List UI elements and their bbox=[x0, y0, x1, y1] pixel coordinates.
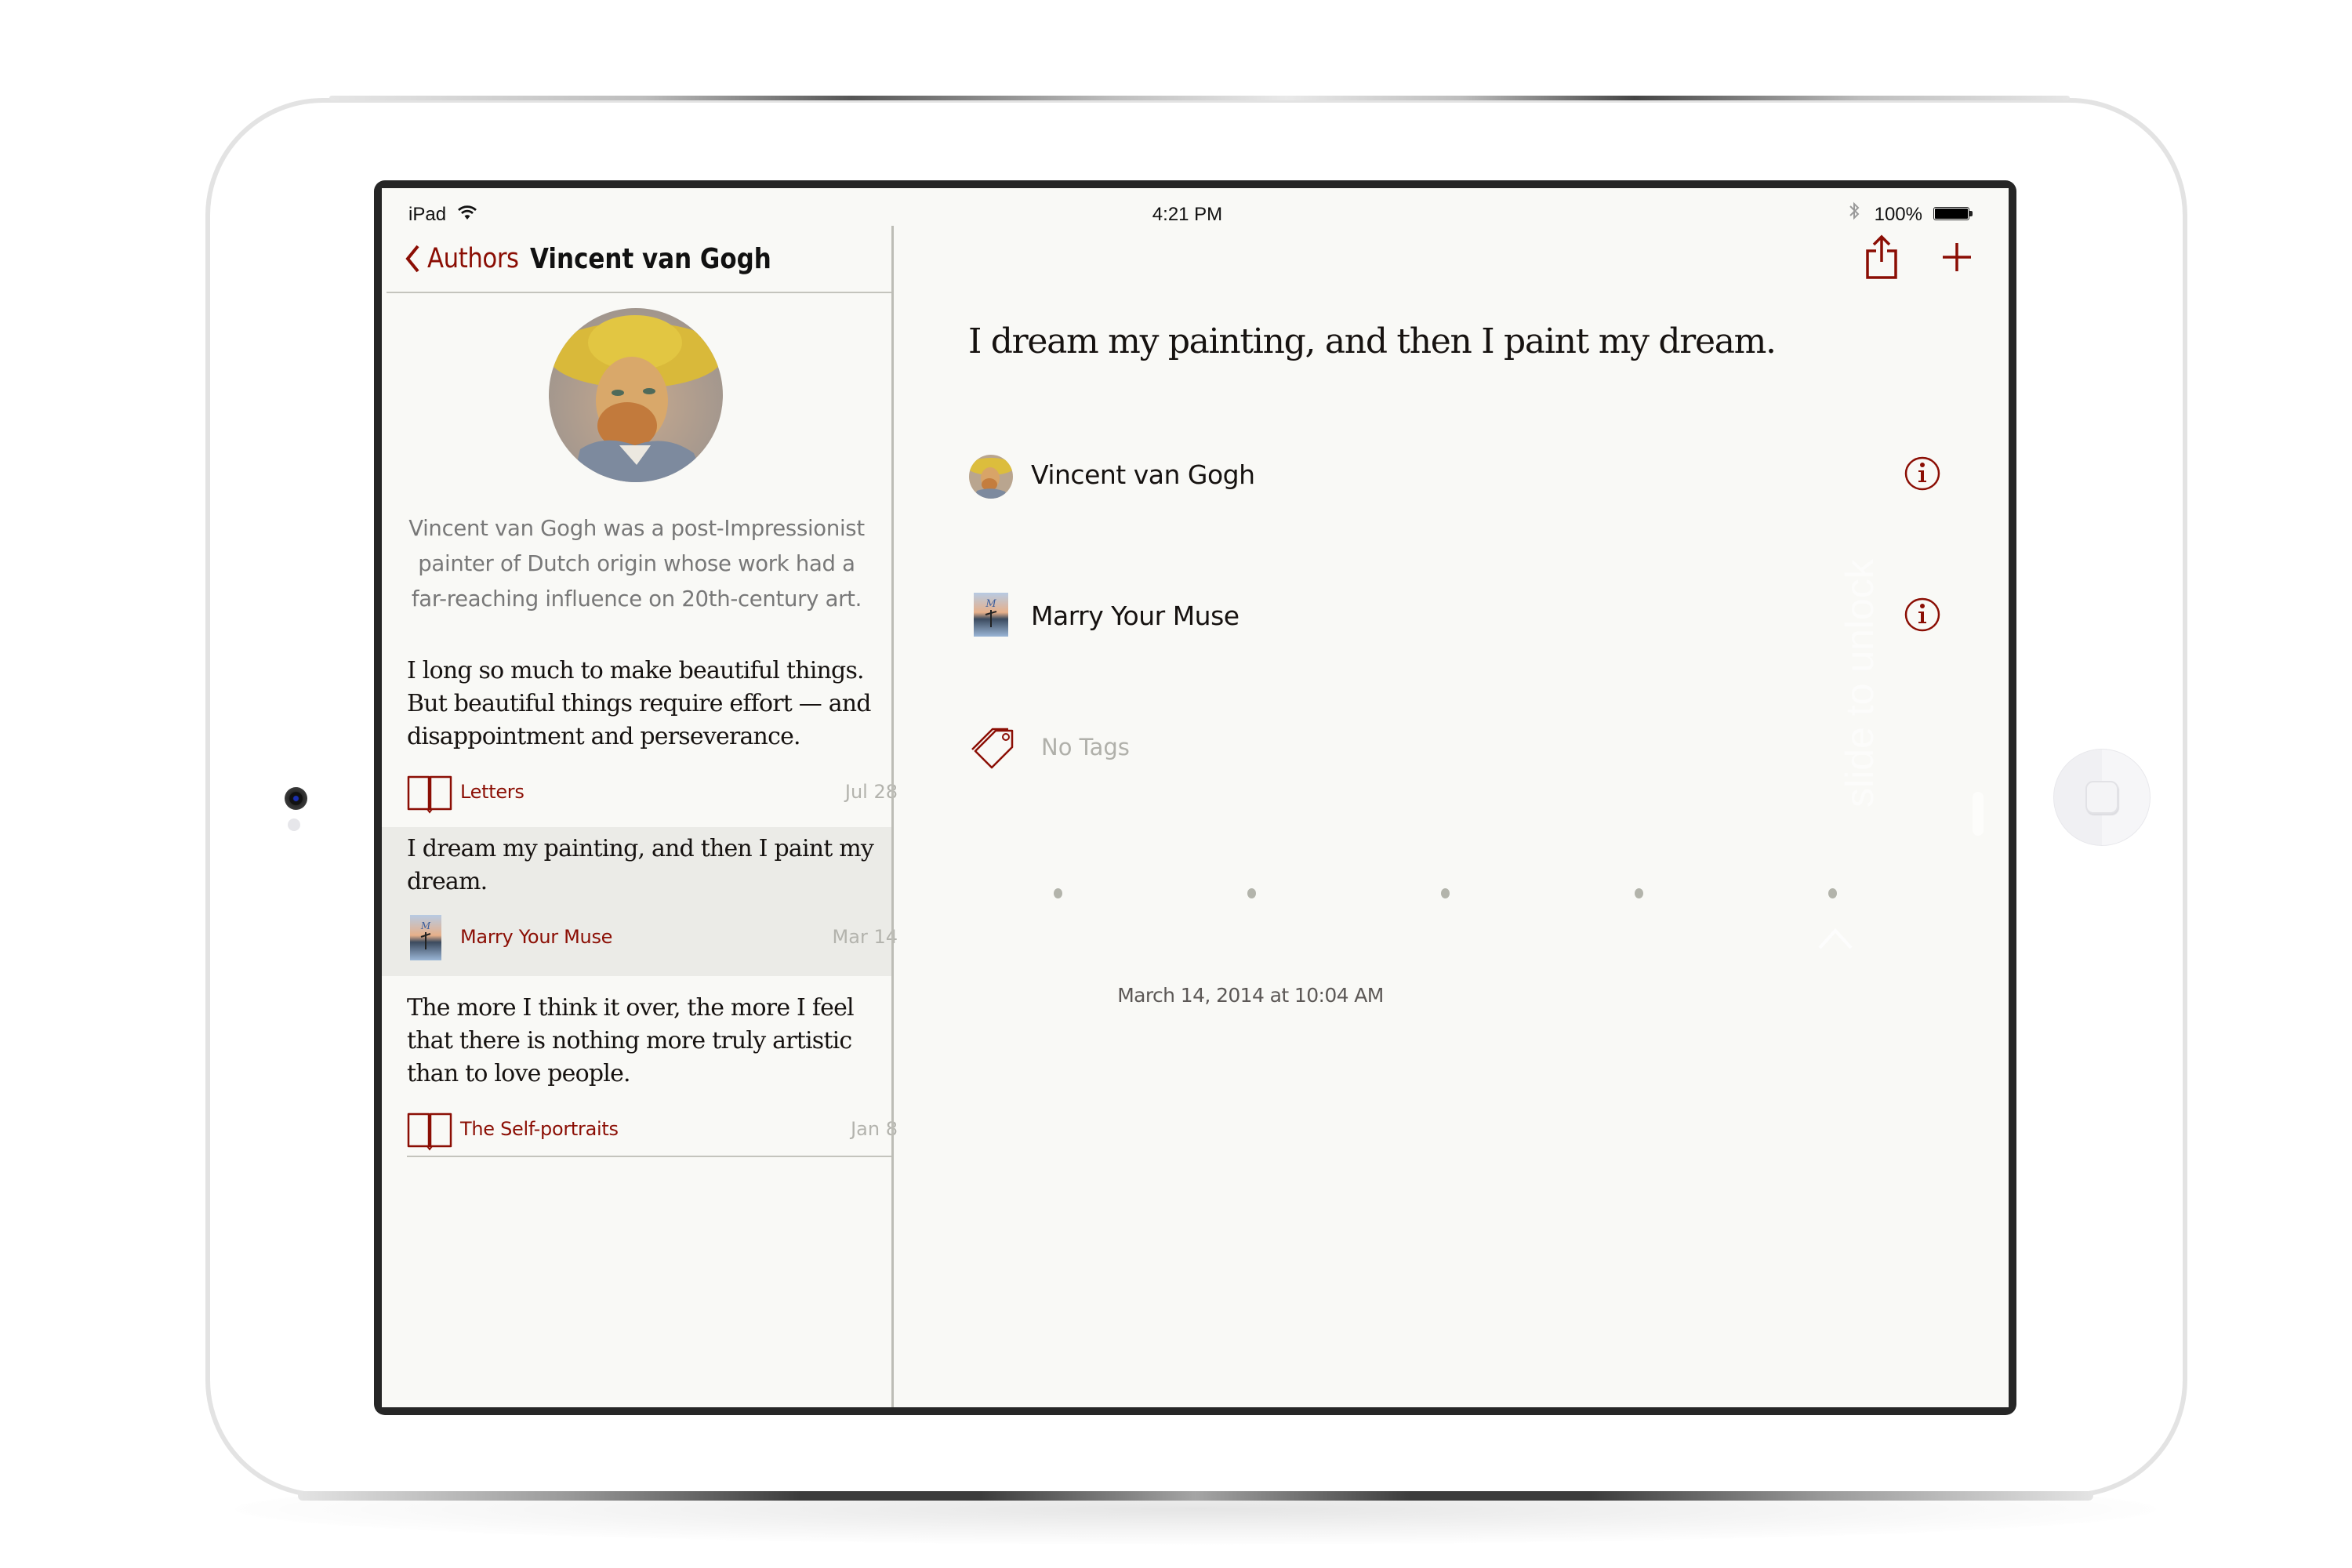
no-tags-label: No Tags bbox=[1041, 734, 1130, 760]
quote-line: disappointment and perseverance. bbox=[407, 723, 801, 750]
quote-meta: Letters Jul 28 bbox=[407, 775, 898, 814]
bio-line: Vincent van Gogh was a post-Impressionis… bbox=[408, 516, 865, 541]
device-top-edge bbox=[329, 96, 2070, 100]
tag-icon bbox=[971, 728, 1014, 769]
quote-text: The more I think it over, the more I fee… bbox=[407, 992, 877, 1091]
list-divider bbox=[407, 1156, 891, 1157]
svg-text:M: M bbox=[420, 920, 431, 931]
quote-list-item[interactable]: The more I think it over, the more I fee… bbox=[382, 976, 898, 1156]
page-indicator[interactable] bbox=[894, 888, 2009, 904]
source-row[interactable]: M Marry Your Muse bbox=[969, 588, 1941, 643]
page-dot[interactable] bbox=[1441, 888, 1450, 898]
book-cover-thumbnail: M bbox=[974, 593, 1008, 637]
bio-line: painter of Dutch origin whose work had a bbox=[418, 551, 855, 576]
detail-pane: I dream my painting, and then I paint my… bbox=[894, 188, 2009, 1407]
quote-line: dream. bbox=[407, 868, 488, 895]
svg-text:M: M bbox=[985, 598, 996, 610]
quote-line: than to love people. bbox=[407, 1060, 631, 1087]
source-link[interactable]: Letters bbox=[460, 781, 524, 803]
author-bio: Vincent van Gogh was a post-Impressionis… bbox=[405, 511, 868, 617]
page-dot[interactable] bbox=[1828, 888, 1837, 898]
author-row[interactable]: Vincent van Gogh bbox=[969, 447, 1941, 502]
quote-line: that there is nothing more truly artisti… bbox=[407, 1027, 852, 1054]
chevron-left-icon[interactable] bbox=[404, 244, 421, 274]
van-gogh-portrait-image bbox=[549, 308, 723, 482]
grabber-handle bbox=[1973, 792, 1984, 836]
ambient-light-sensor bbox=[288, 818, 300, 831]
share-icon[interactable] bbox=[1864, 234, 1899, 281]
quote-list-item[interactable]: I long so much to make beautiful things.… bbox=[382, 655, 898, 827]
quote-meta: The Self-portraits Jan 8 bbox=[407, 1112, 898, 1151]
tags-row[interactable]: No Tags bbox=[969, 721, 1439, 776]
source-link[interactable]: Marry Your Muse bbox=[460, 926, 612, 948]
quote-date: Mar 14 bbox=[832, 926, 898, 948]
quote-date: Jan 8 bbox=[851, 1118, 898, 1140]
quote-text: I dream my painting, and then I paint my… bbox=[407, 833, 877, 898]
device-bottom-edge bbox=[298, 1491, 2093, 1501]
quote-line: I long so much to make beautiful things. bbox=[407, 657, 865, 684]
quote-meta: M Marry Your Muse Mar 14 bbox=[407, 915, 898, 960]
back-button-authors[interactable]: Authors bbox=[427, 243, 519, 274]
sidebar: Authors Vincent van Gogh Vincent van Gog… bbox=[382, 188, 898, 1407]
plus-icon[interactable] bbox=[1941, 241, 1973, 273]
front-camera bbox=[285, 787, 307, 810]
author-thumbnail bbox=[969, 455, 1013, 499]
slide-to-unlock-overlay-text: slide to unlock bbox=[1838, 559, 1882, 808]
author-name: Vincent van Gogh bbox=[1031, 459, 1255, 490]
info-icon[interactable] bbox=[1904, 596, 1941, 633]
navigation-bar: Authors Vincent van Gogh bbox=[404, 235, 811, 282]
quote-timestamp: March 14, 2014 at 10:04 AM bbox=[1117, 984, 1384, 1007]
home-button[interactable] bbox=[2053, 749, 2151, 846]
source-link[interactable]: The Self-portraits bbox=[460, 1118, 619, 1140]
header-divider bbox=[387, 292, 891, 293]
quote-line: The more I think it over, the more I fee… bbox=[407, 994, 855, 1022]
page-dot[interactable] bbox=[1054, 888, 1062, 898]
book-icon bbox=[407, 775, 452, 814]
home-button-square-icon bbox=[2085, 781, 2118, 814]
quote-line: But beautiful things require effort — an… bbox=[407, 690, 872, 717]
page-dot[interactable] bbox=[1635, 888, 1643, 898]
book-cover-thumbnail: M bbox=[410, 915, 441, 960]
quote-line: I dream my painting, and then I paint my bbox=[407, 835, 874, 862]
quote-text: I long so much to make beautiful things.… bbox=[407, 655, 877, 753]
bio-line: far-reaching influence on 20th-century a… bbox=[411, 586, 862, 612]
source-title: Marry Your Muse bbox=[1031, 601, 1240, 631]
quote-heading[interactable]: I dream my painting, and then I paint my… bbox=[968, 321, 1777, 361]
screen: iPad 4:21 PM 100% Authors Vincent van Go… bbox=[382, 188, 2009, 1407]
book-icon bbox=[407, 1112, 452, 1151]
quote-date: Jul 28 bbox=[844, 781, 898, 803]
author-avatar bbox=[549, 308, 723, 482]
chevron-up-icon bbox=[1818, 928, 1853, 949]
quote-list-item-selected[interactable]: I dream my painting, and then I paint my… bbox=[382, 827, 898, 976]
page-dot[interactable] bbox=[1247, 888, 1256, 898]
info-icon[interactable] bbox=[1904, 455, 1941, 492]
page-title: Vincent van Gogh bbox=[529, 242, 771, 275]
